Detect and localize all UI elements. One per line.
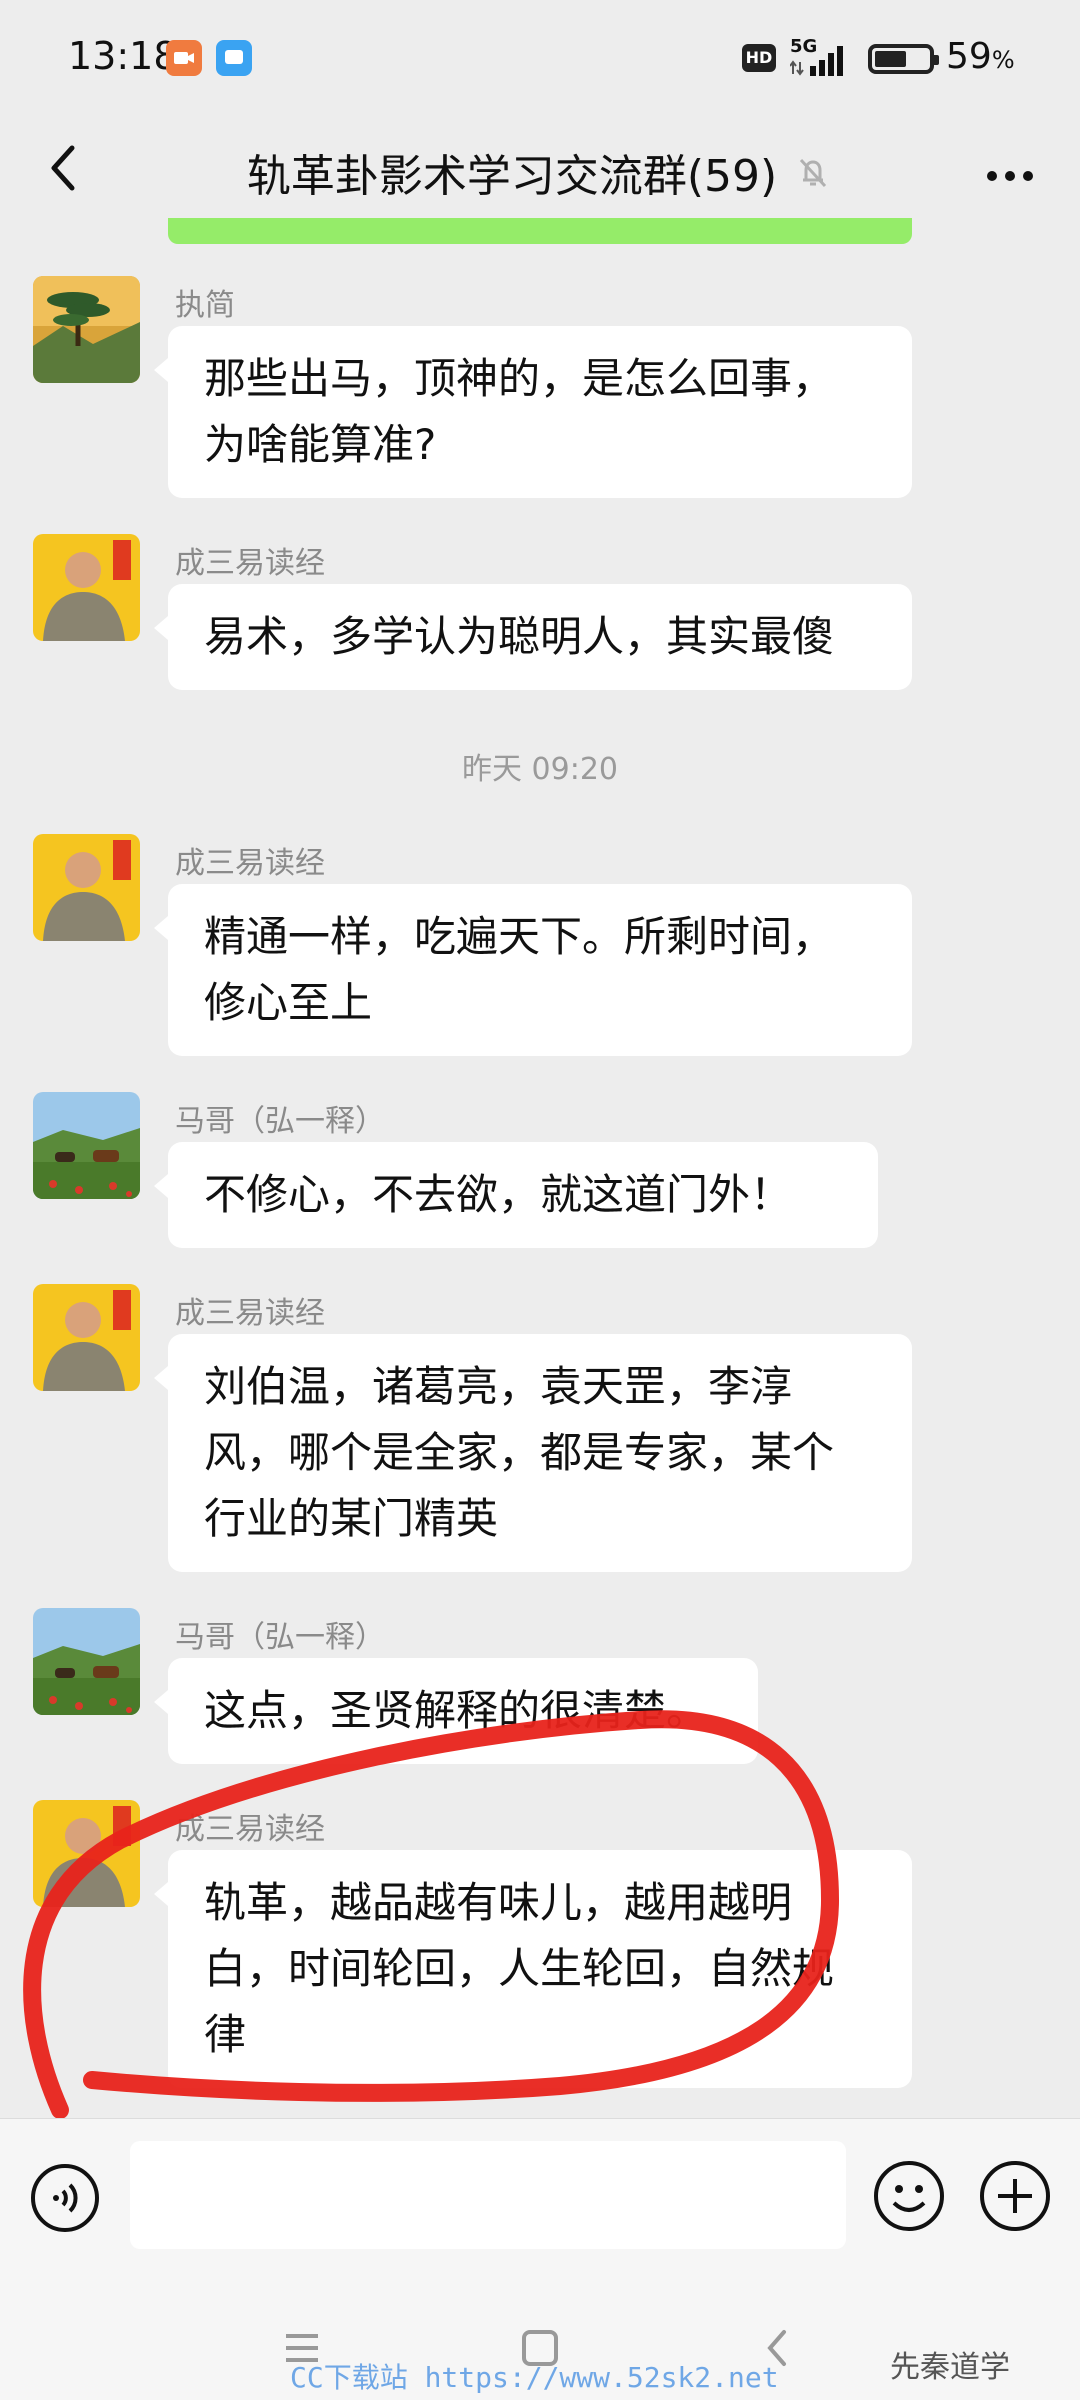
- watermark-url: CC下载站 https://www.52sk2.net: [290, 2361, 779, 2394]
- sender-name: 马哥（弘一释）: [175, 1104, 385, 1139]
- voice-input-button[interactable]: [30, 2163, 100, 2233]
- avatar-landscape-pine[interactable]: [33, 276, 140, 383]
- message-bubble[interactable]: 那些出马，顶神的，是怎么回事， 为啥能算准?: [154, 326, 912, 498]
- sender-name: 执简: [175, 288, 235, 323]
- battery-percent: 59%: [946, 36, 1015, 77]
- avatar-horses-meadow[interactable]: [33, 1092, 140, 1199]
- status-bar: 13:18 HD 5G 59%: [0, 0, 1080, 118]
- group-title[interactable]: 轨革卦影术学习交流群(59): [247, 140, 777, 204]
- message-bubble[interactable]: 这点，圣贤解释的很清楚。: [154, 1658, 758, 1764]
- avatar-man-portrait[interactable]: [33, 1284, 140, 1391]
- message-text-line: 这点，圣贤解释的很清楚。: [204, 1686, 709, 1735]
- watermark-brand: 先秦道学: [890, 2350, 1010, 2385]
- message-bubble[interactable]: 刘伯温，诸葛亮，袁天罡，李淳 风，哪个是全家，都是专家，某个 行业的某门精英: [154, 1334, 912, 1572]
- message-text-line: 不修心，不去欲，就这道门外！: [204, 1170, 793, 1219]
- previous-message-bubble[interactable]: [168, 218, 912, 244]
- message-bubble[interactable]: 精通一样，吃遍天下。所剩时间， 修心至上: [154, 884, 912, 1056]
- more-options-button[interactable]: [970, 138, 1050, 198]
- hd-badge: HD: [742, 44, 776, 72]
- message-text-line: 易术，多学认为聪明人，其实最傻: [204, 612, 835, 661]
- message-text-line: 刘伯温，诸葛亮，袁天罡，李淳: [204, 1362, 793, 1411]
- avatar-man-portrait[interactable]: [33, 834, 140, 941]
- video-app-icon: [166, 40, 202, 76]
- message-bubble[interactable]: 易术，多学认为聪明人，其实最傻: [154, 584, 912, 690]
- message-text-line: 修心至上: [204, 978, 373, 1027]
- sender-name: 成三易读经: [175, 846, 325, 881]
- message-text-line: 精通一样，吃遍天下。所剩时间，: [204, 912, 835, 961]
- message-text-line: 律: [204, 2010, 247, 2059]
- message-text-line: 风，哪个是全家，都是专家，某个: [204, 1428, 835, 1477]
- time-divider: 昨天 09:20: [462, 752, 618, 787]
- message-text-line: 为啥能算准?: [204, 420, 437, 469]
- sender-name: 成三易读经: [175, 546, 325, 581]
- message-input[interactable]: [130, 2141, 846, 2249]
- message-app-icon: [216, 40, 252, 76]
- sender-name: 成三易读经: [175, 1296, 325, 1331]
- more-functions-button[interactable]: [978, 2159, 1052, 2233]
- message-text-line: 白，时间轮回，人生轮回，自然规: [204, 1944, 835, 1993]
- status-time: 13:18: [68, 34, 178, 78]
- mute-bell-icon: [800, 158, 827, 188]
- sender-name: 成三易读经: [175, 1812, 325, 1847]
- avatar-horses-meadow[interactable]: [33, 1608, 140, 1715]
- signal-icon: [790, 46, 843, 76]
- avatar-man-portrait[interactable]: [33, 1800, 140, 1907]
- message-bubble[interactable]: 不修心，不去欲，就这道门外！: [154, 1142, 878, 1248]
- message-input-bar: [0, 2118, 1080, 2279]
- message-bubble[interactable]: 轨革，越品越有味儿，越用越明 白，时间轮回，人生轮回，自然规 律: [154, 1850, 912, 2088]
- avatar-man-portrait[interactable]: [33, 534, 140, 641]
- emoji-button[interactable]: [872, 2159, 946, 2233]
- battery-icon: [868, 44, 939, 74]
- message-text-line: 那些出马，顶神的，是怎么回事，: [204, 354, 835, 403]
- message-text-line: 轨革，越品越有味儿，越用越明: [204, 1878, 793, 1927]
- message-text-line: 行业的某门精英: [204, 1494, 499, 1543]
- chat-header: 轨革卦影术学习交流群(59): [0, 118, 1080, 218]
- sender-name: 马哥（弘一释）: [175, 1620, 385, 1655]
